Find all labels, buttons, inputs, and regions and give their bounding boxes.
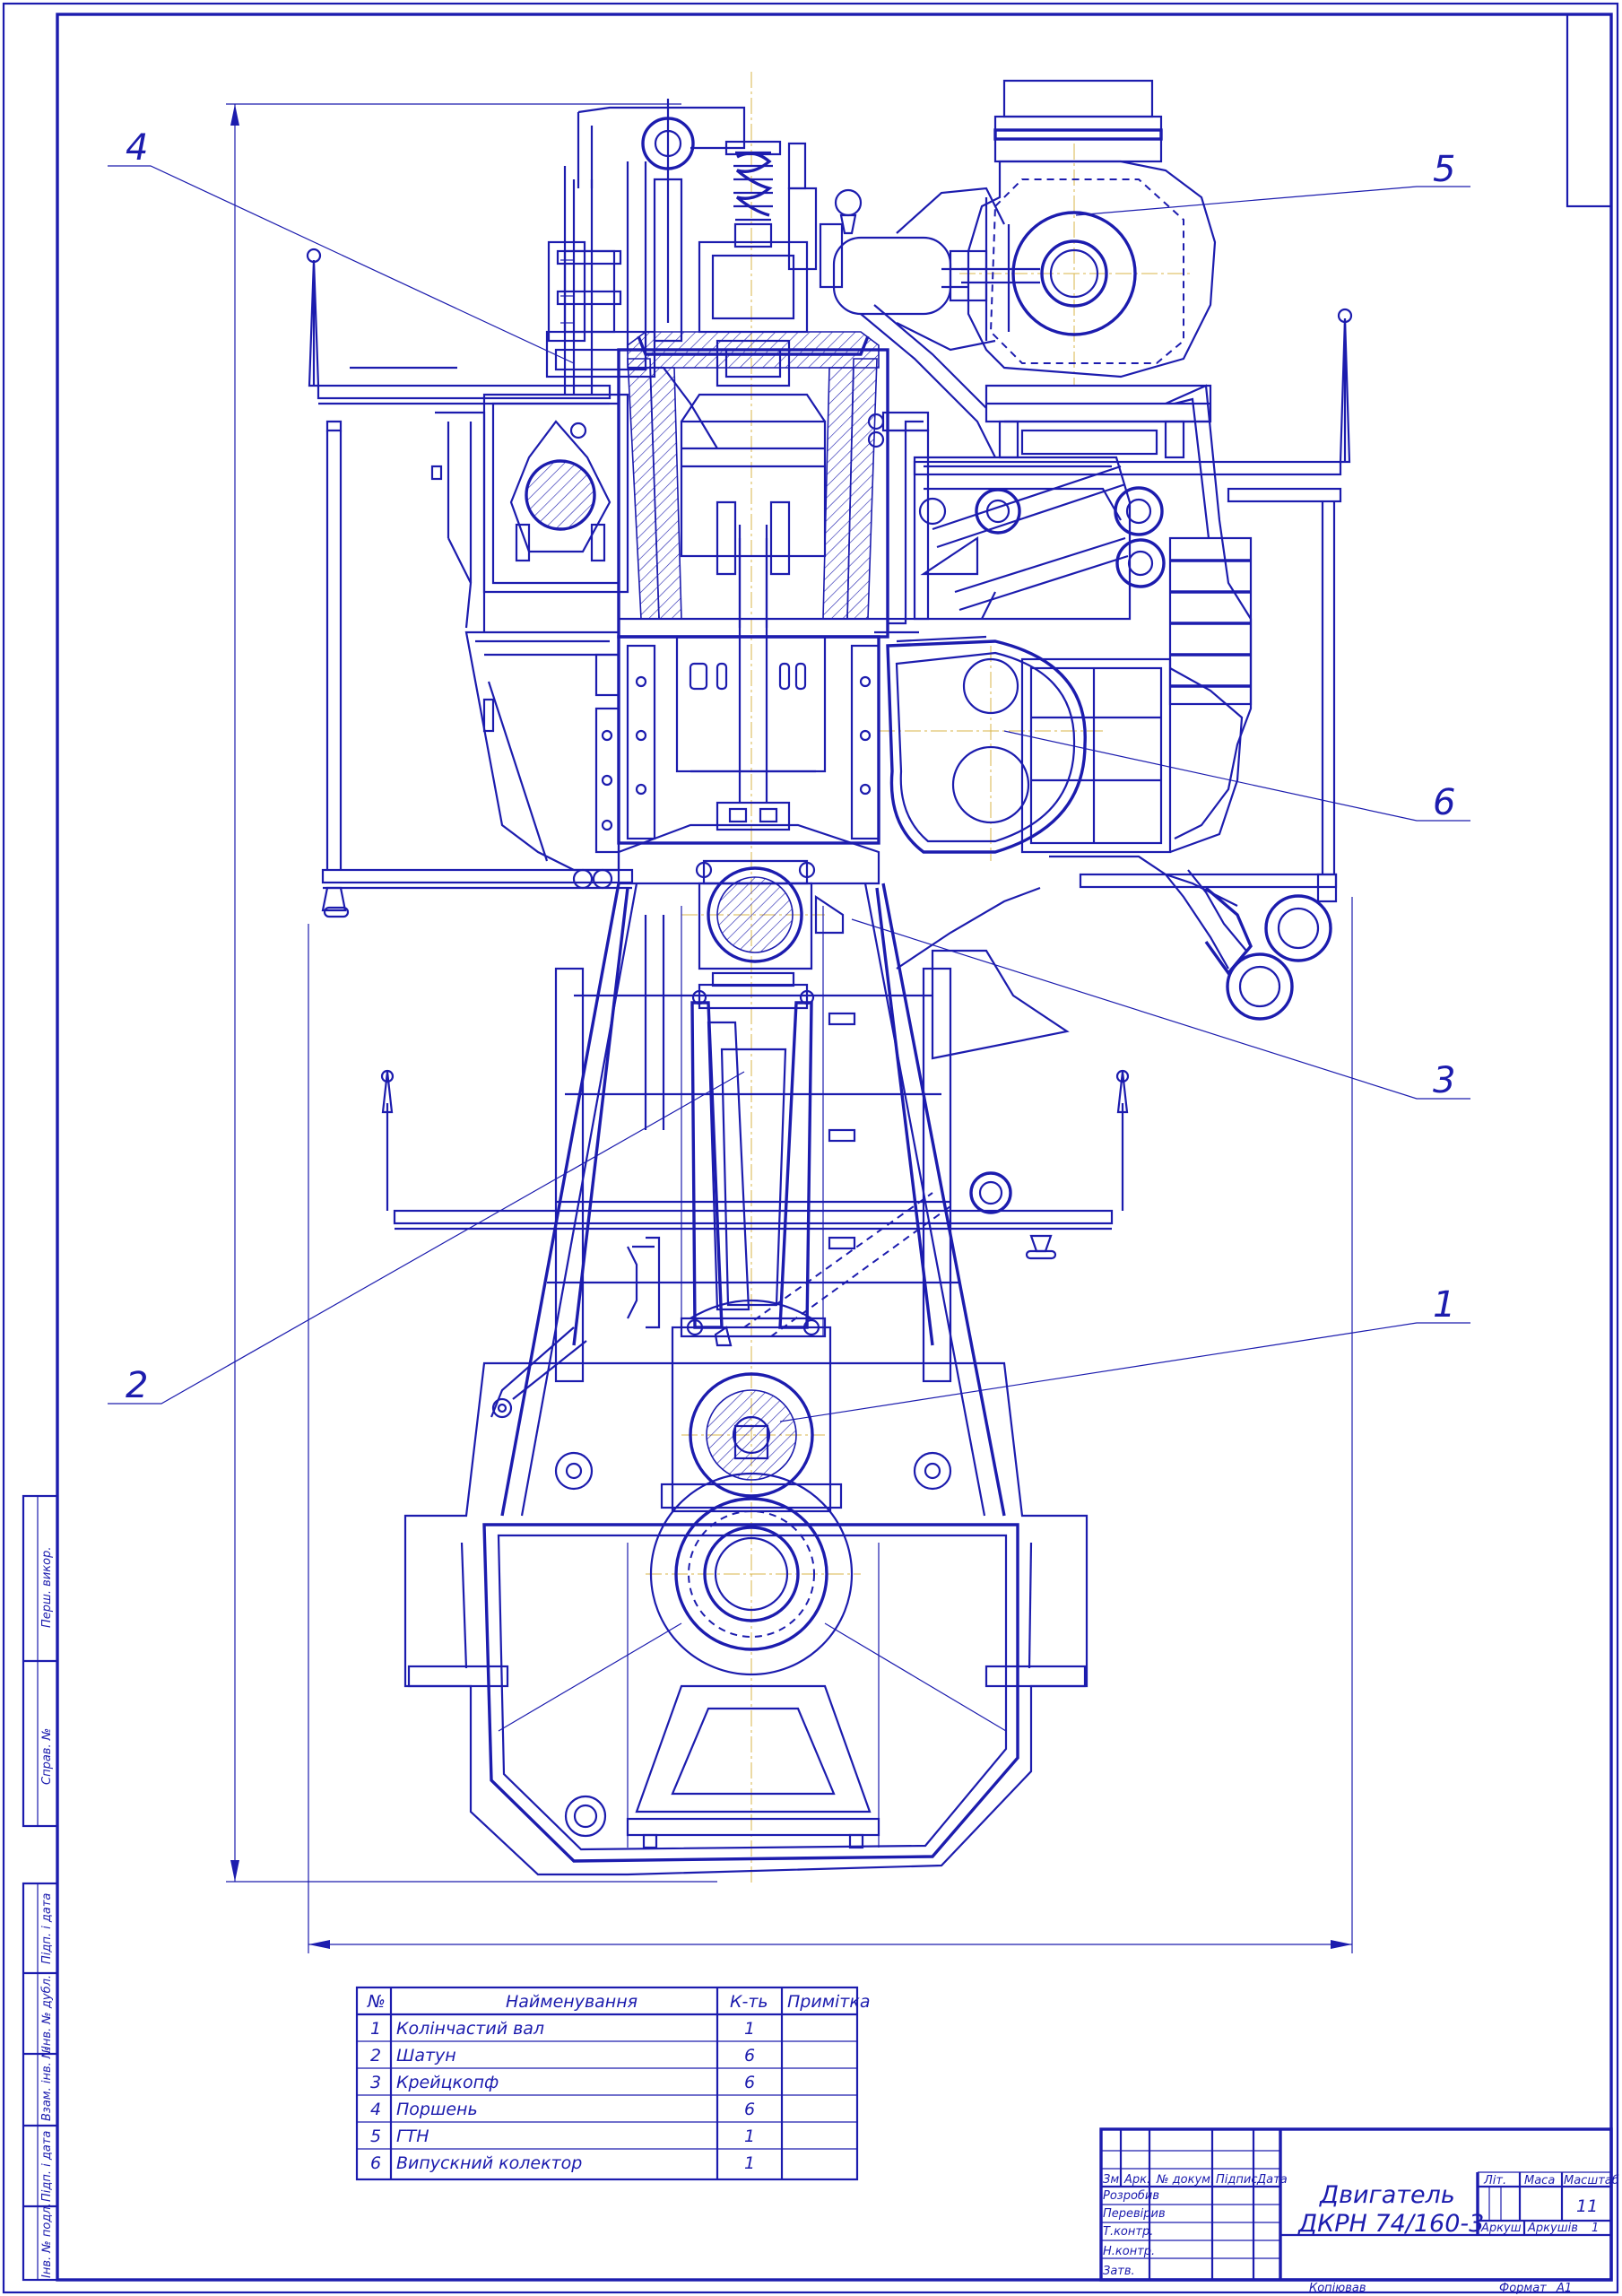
tb-col-izm: Зм <box>1103 2173 1119 2187</box>
table-cell-name: Колінчастий вал <box>396 2019 544 2039</box>
table-cell-name: Поршень <box>396 2100 478 2119</box>
table-cell-num: 1 <box>370 2019 381 2039</box>
callout-1: 1 <box>1433 1284 1455 1326</box>
table-cell-name: Випускний колектор <box>396 2153 582 2173</box>
tb-role: Затв. <box>1103 2265 1135 2278</box>
table-cell-qty: 6 <box>744 2046 755 2066</box>
table-cell-num: 6 <box>370 2153 381 2173</box>
engine-section <box>306 79 1353 1876</box>
callout-6: 6 <box>1433 782 1455 823</box>
table-cell-name: Шатун <box>396 2046 456 2066</box>
tb-col-doc: № докум. <box>1156 2173 1214 2187</box>
callout-3: 3 <box>1433 1060 1455 1101</box>
side-label: Інв. № дубл. <box>40 1975 54 2049</box>
callout-4: 4 <box>126 127 148 169</box>
drawing-title: Двигатель <box>1319 2181 1455 2209</box>
engine-drawing: Перш. викор. Справ. № Підп. і дата Інв. … <box>2 2 1619 2295</box>
tb-role: Т.контр. <box>1103 2225 1153 2239</box>
tb-role: Перевірив <box>1103 2207 1166 2221</box>
table-cell-name: Крейцкопф <box>396 2073 499 2092</box>
side-label: Взам. інв. № <box>40 2047 54 2121</box>
callout-5: 5 <box>1433 149 1455 190</box>
table-cell-name: ГТН <box>396 2126 429 2146</box>
parts-table: № Найменування К-ть Примітка 1 Колінчаст… <box>355 1986 871 2181</box>
title-block: Зм Арк. № докум. Підпис Дата Розробив Пе… <box>1099 2127 1619 2282</box>
format-value: A1 <box>1556 2282 1572 2295</box>
table-cell-num: 4 <box>370 2100 381 2119</box>
table-header-name: Найменування <box>506 1992 638 2012</box>
tb-role: Н.контр. <box>1103 2245 1155 2258</box>
tb-sheets: Аркушів <box>1527 2222 1578 2235</box>
table-cell-qty: 6 <box>744 2073 755 2092</box>
table-header-num: № <box>367 1992 386 2012</box>
tb-sheets-value: 1 <box>1592 2222 1599 2235</box>
callout-2: 2 <box>126 1365 148 1406</box>
side-label: Підп. і дата <box>40 2131 54 2202</box>
tb-col-sign: Підпис <box>1216 2173 1257 2187</box>
table-cell-qty: 1 <box>744 2019 755 2039</box>
format-label: Формат <box>1499 2282 1547 2295</box>
copied-label: Копіював <box>1309 2282 1366 2295</box>
table-cell-num: 2 <box>370 2046 381 2066</box>
tb-lit: Літ. <box>1483 2174 1506 2187</box>
corner-stamp-box <box>1566 13 1613 208</box>
tb-col-arkush: Арк. <box>1123 2173 1150 2187</box>
tb-col-date: Дата <box>1256 2173 1288 2187</box>
tb-sheet: Аркуш <box>1480 2222 1522 2235</box>
table-cell-qty: 1 <box>744 2126 755 2146</box>
side-label: Справ. № <box>40 1728 54 1785</box>
side-label: Підп. і дата <box>40 1893 54 1964</box>
tb-scale-value: 11 <box>1576 2196 1598 2216</box>
table-cell-num: 3 <box>370 2073 381 2092</box>
table-cell-qty: 6 <box>744 2100 755 2119</box>
side-label: Перш. викор. <box>40 1547 54 1629</box>
table-cell-qty: 1 <box>744 2153 755 2173</box>
tb-scale: Масштаб <box>1564 2174 1619 2187</box>
drawing-code: ДКРН 74/160-3 <box>1297 2210 1484 2238</box>
tb-role: Розробив <box>1103 2189 1159 2203</box>
tb-mass: Маса <box>1524 2174 1555 2187</box>
side-label: Інв. № подл. <box>40 2203 54 2278</box>
side-strip: Перш. викор. Справ. № Підп. і дата Інв. … <box>22 1494 59 2282</box>
table-header-note: Примітка <box>787 1992 871 2012</box>
drawing-sheet: { "callouts": [ {"label": "1"}, {"label"… <box>0 0 1622 2296</box>
table-header-qty: К-ть <box>730 1992 768 2012</box>
table-cell-num: 5 <box>370 2126 381 2146</box>
